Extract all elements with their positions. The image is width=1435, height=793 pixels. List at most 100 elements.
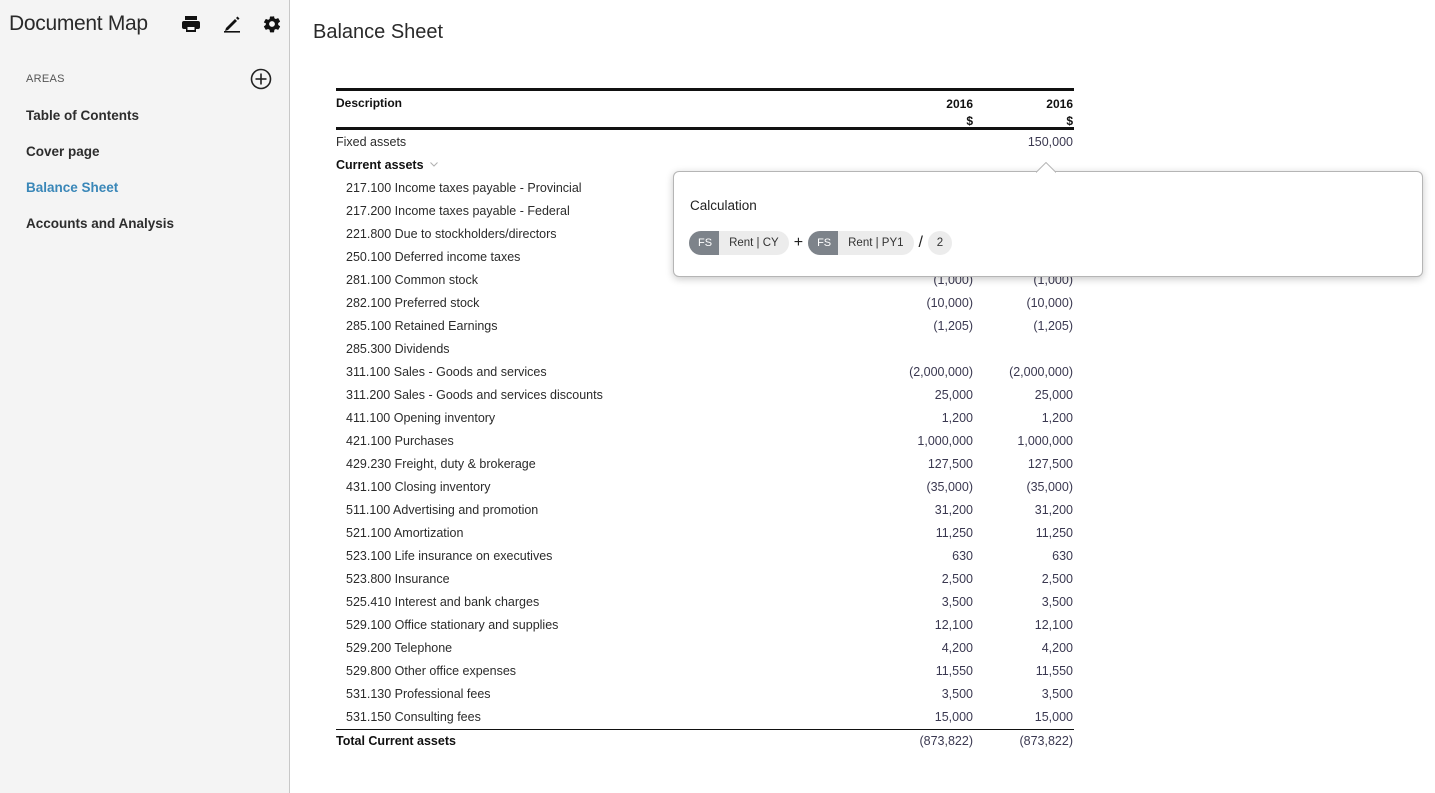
row-label: 529.200 Telephone [346, 641, 453, 655]
token-reference: Rent | CY [729, 237, 779, 249]
row-label: 285.300 Dividends [346, 342, 450, 356]
page-title: Balance Sheet [313, 21, 444, 43]
row-value-col2[interactable]: 1,000,000 [993, 434, 1073, 448]
row-label: 217.100 Income taxes payable - Provincia… [346, 181, 582, 195]
row-value-col2[interactable]: 630 [993, 549, 1073, 563]
row-value-col1[interactable]: 15,000 [893, 710, 973, 724]
row-value-col1[interactable]: 11,250 [893, 526, 973, 540]
table-row[interactable]: 521.100 Amortization 11,250 11,250 [336, 522, 1074, 545]
column-header-description: Description [336, 96, 403, 110]
table-row[interactable]: 531.130 Professional fees 3,500 3,500 [336, 683, 1074, 706]
row-value-col1[interactable]: 1,000,000 [893, 434, 973, 448]
row-value-col2[interactable]: 2,500 [993, 572, 1073, 586]
print-icon[interactable] [180, 13, 202, 35]
row-value-col1[interactable]: (10,000) [893, 296, 973, 310]
table-row[interactable]: 511.100 Advertising and promotion 31,200 3… [336, 499, 1074, 522]
sidebar-item-cover-page[interactable]: Cover page [26, 141, 174, 177]
formula-token-rent-py1[interactable]: FS Rent | PY1 [808, 231, 914, 255]
row-value-col1[interactable]: 31,200 [893, 503, 973, 517]
table-row[interactable]: 285.300 Dividends [336, 338, 1074, 361]
formula-constant[interactable]: 2 [927, 231, 952, 255]
row-value-col2[interactable]: 11,550 [993, 664, 1073, 678]
row-value-col2[interactable]: 3,500 [993, 687, 1073, 701]
table-row[interactable]: 429.230 Freight, duty & brokerage 127,500… [336, 453, 1074, 476]
sidebar-header: Document Map [9, 10, 284, 38]
formula-token-rent-cy[interactable]: FS Rent | CY [689, 231, 789, 255]
table-row[interactable]: 529.800 Other office expenses 11,550 11,55… [336, 660, 1074, 683]
areas-section-header: AREAS [26, 68, 272, 90]
row-value-col2[interactable]: 11,250 [993, 526, 1073, 540]
table-row[interactable]: 421.100 Purchases 1,000,000 1,000,000 [336, 430, 1074, 453]
row-value-col2[interactable]: 4,200 [993, 641, 1073, 655]
table-row[interactable]: 311.100 Sales - Goods and services (2,000… [336, 361, 1074, 384]
column-header-year-1: 2016 $ [893, 96, 973, 130]
row-value-col2[interactable]: (2,000,000) [993, 365, 1073, 379]
row-value-col1[interactable]: 3,500 [893, 687, 973, 701]
table-row[interactable]: 529.200 Telephone 4,200 4,200 [336, 637, 1074, 660]
row-value-col1[interactable]: 2,500 [893, 572, 973, 586]
table-header: Description 2016 $ 2016 $ [336, 88, 1074, 130]
row-label: 285.100 Retained Earnings [346, 319, 498, 333]
row-label: 529.100 Office stationary and supplies [346, 618, 559, 632]
row-label: 511.100 Advertising and promotion [346, 503, 539, 517]
table-row-total: Total Current assets (873,822) (873,822) [336, 729, 1074, 752]
row-label: 521.100 Amortization [346, 526, 464, 540]
column-2-year: 2016 [1046, 97, 1073, 111]
chevron-down-icon[interactable] [429, 160, 438, 168]
table-row[interactable]: 531.150 Consulting fees 15,000 15,000 [336, 706, 1074, 729]
table-row[interactable]: 523.800 Insurance 2,500 2,500 [336, 568, 1074, 591]
row-label: 221.800 Due to stockholders/directors [346, 227, 557, 241]
operator-plus: + [793, 234, 804, 251]
row-value-col2[interactable]: 127,500 [993, 457, 1073, 471]
total-label: Total Current assets [336, 734, 456, 748]
row-value-col1[interactable]: (35,000) [893, 480, 973, 494]
sidebar-item-accounts-and-analysis[interactable]: Accounts and Analysis [26, 213, 174, 249]
row-value-col2[interactable]: (35,000) [993, 480, 1073, 494]
row-value-col1[interactable]: 25,000 [893, 388, 973, 402]
sidebar-item-balance-sheet[interactable]: Balance Sheet [26, 177, 174, 213]
table-row[interactable]: 311.200 Sales - Goods and services disco… [336, 384, 1074, 407]
table-row-fixed-assets[interactable]: Fixed assets 150,000 [336, 131, 1074, 154]
row-value-col2[interactable]: 3,500 [993, 595, 1073, 609]
row-label: 531.130 Professional fees [346, 687, 491, 701]
row-value-col2[interactable]: (10,000) [993, 296, 1073, 310]
row-label: 431.100 Closing inventory [346, 480, 491, 494]
table-row[interactable]: 282.100 Preferred stock (10,000) (10,000) [336, 292, 1074, 315]
row-value-col2[interactable]: 150,000 [993, 135, 1073, 149]
sidebar-item-table-of-contents[interactable]: Table of Contents [26, 105, 174, 141]
token-source-tag: FS [808, 231, 839, 255]
table-row[interactable]: 411.100 Opening inventory 1,200 1,200 [336, 407, 1074, 430]
row-value-col2[interactable]: 12,100 [993, 618, 1073, 632]
row-label: 421.100 Purchases [346, 434, 454, 448]
row-value-col2[interactable]: 25,000 [993, 388, 1073, 402]
gear-icon[interactable] [261, 13, 283, 35]
table-row[interactable]: 529.100 Office stationary and supplies 12… [336, 614, 1074, 637]
row-value-col1[interactable]: 1,200 [893, 411, 973, 425]
row-value-col1[interactable]: 11,550 [893, 664, 973, 678]
row-label: 523.100 Life insurance on executives [346, 549, 553, 563]
row-label: 217.200 Income taxes payable - Federal [346, 204, 570, 218]
table-row[interactable]: 525.410 Interest and bank charges 3,500 3,… [336, 591, 1074, 614]
row-value-col1[interactable]: 127,500 [893, 457, 973, 471]
table-row[interactable]: 285.100 Retained Earnings (1,205) (1,205) [336, 315, 1074, 338]
areas-label: AREAS [26, 73, 65, 85]
column-1-unit: $ [966, 114, 973, 128]
add-area-icon[interactable] [250, 68, 272, 90]
row-value-col1[interactable]: (2,000,000) [893, 365, 973, 379]
group-label: Current assets [336, 158, 438, 172]
row-value-col2[interactable]: 31,200 [993, 503, 1073, 517]
row-value-col2[interactable]: 15,000 [993, 710, 1073, 724]
edit-icon[interactable] [221, 13, 243, 35]
row-value-col1[interactable]: 3,500 [893, 595, 973, 609]
row-value-col2[interactable]: 1,200 [993, 411, 1073, 425]
table-row[interactable]: 431.100 Closing inventory (35,000) (35,000… [336, 476, 1074, 499]
document-map-sidebar: Document Map AREAS Table of Contents Cov… [0, 0, 290, 793]
row-value-col1[interactable]: (1,205) [893, 319, 973, 333]
row-value-col1[interactable]: 630 [893, 549, 973, 563]
row-value-col1[interactable]: 4,200 [893, 641, 973, 655]
table-row[interactable]: 523.100 Life insurance on executives 630 6… [336, 545, 1074, 568]
total-value-col1: (873,822) [919, 734, 973, 748]
row-value-col1[interactable]: 12,100 [893, 618, 973, 632]
row-label: 282.100 Preferred stock [346, 296, 480, 310]
row-value-col2[interactable]: (1,205) [993, 319, 1073, 333]
